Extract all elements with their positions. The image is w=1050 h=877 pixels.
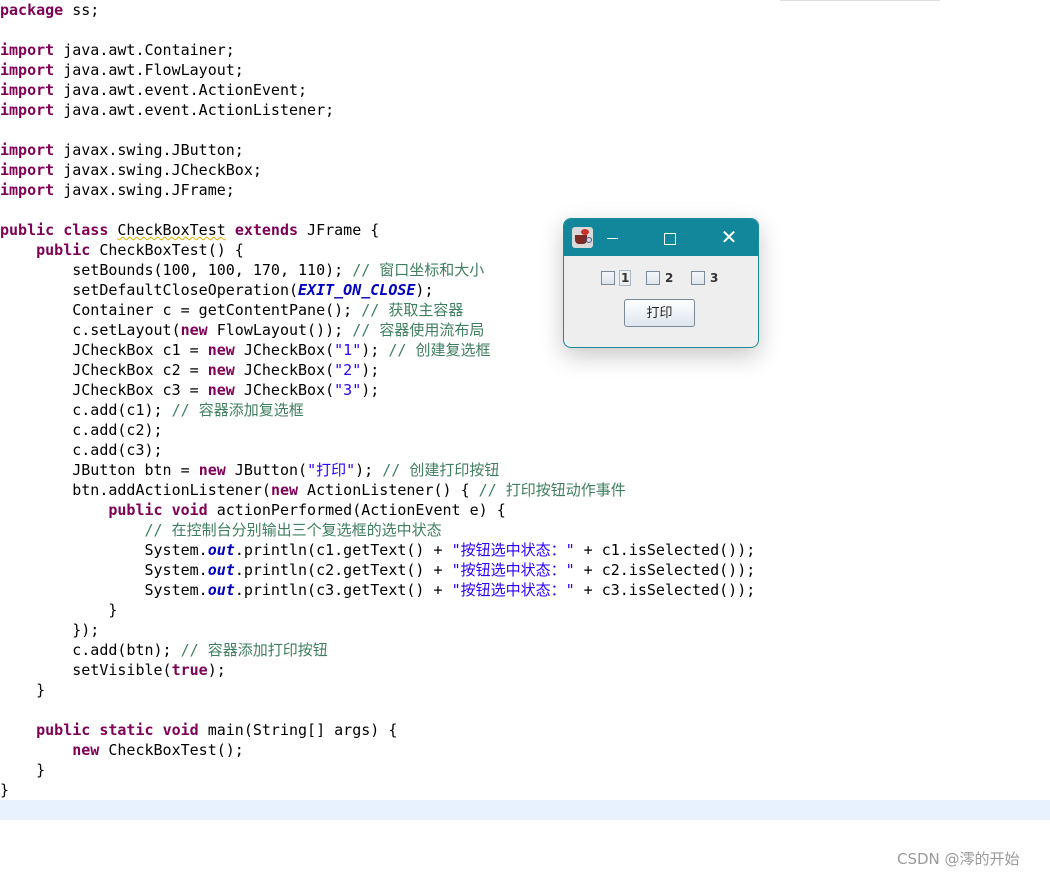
code-line[interactable]: import javax.swing.JFrame;	[0, 180, 1050, 200]
checkbox-2-box[interactable]	[646, 271, 660, 285]
code-line[interactable]: // 在控制台分别输出三个复选框的选中状态	[0, 520, 1050, 540]
code-line[interactable]: c.add(c3);	[0, 440, 1050, 460]
code-line[interactable]: }	[0, 760, 1050, 780]
code-line[interactable]	[0, 120, 1050, 140]
code-line[interactable]: public class CheckBoxTest extends JFrame…	[0, 220, 1050, 240]
code-line[interactable]: import java.awt.Container;	[0, 40, 1050, 60]
code-line[interactable]: c.add(c2);	[0, 420, 1050, 440]
checkbox-3-box[interactable]	[691, 271, 705, 285]
swing-window[interactable]: ✕ 1 2 3 打印	[563, 218, 759, 348]
checkbox-3[interactable]: 3	[691, 269, 718, 287]
java-coffee-cup-icon[interactable]	[572, 227, 593, 248]
code-line[interactable]: System.out.println(c3.getText() + "按钮选中状…	[0, 580, 1050, 600]
content-pane: 1 2 3 打印	[564, 256, 758, 346]
code-line[interactable]: package ss;	[0, 0, 1050, 20]
code-line[interactable]	[0, 700, 1050, 720]
code-line[interactable]	[0, 20, 1050, 40]
checkbox-1-box[interactable]	[601, 271, 615, 285]
code-line[interactable]: JCheckBox c3 = new JCheckBox("3");	[0, 380, 1050, 400]
code-line[interactable]: import java.awt.FlowLayout;	[0, 60, 1050, 80]
checkbox-2-label[interactable]: 2	[665, 271, 673, 285]
code-line[interactable]	[0, 200, 1050, 220]
code-line[interactable]: }	[0, 780, 1050, 800]
watermark: CSDN @澪的开始	[897, 850, 1020, 868]
code-line[interactable]: JCheckBox c2 = new JCheckBox("2");	[0, 360, 1050, 380]
code-line[interactable]: import java.awt.event.ActionEvent;	[0, 80, 1050, 100]
code-line[interactable]: c.setLayout(new FlowLayout()); // 容器使用流布…	[0, 320, 1050, 340]
minimize-icon[interactable]	[592, 219, 632, 256]
close-icon[interactable]: ✕	[709, 219, 749, 256]
code-line[interactable]: Container c = getContentPane(); // 获取主容器	[0, 300, 1050, 320]
code-line[interactable]: }	[0, 680, 1050, 700]
code-line[interactable]: JCheckBox c1 = new JCheckBox("1"); // 创建…	[0, 340, 1050, 360]
code-line[interactable]: setVisible(true);	[0, 660, 1050, 680]
code-line[interactable]: import javax.swing.JCheckBox;	[0, 160, 1050, 180]
code-line[interactable]	[0, 800, 1050, 820]
code-line[interactable]: System.out.println(c1.getText() + "按钮选中状…	[0, 540, 1050, 560]
checkbox-3-label[interactable]: 3	[710, 271, 718, 285]
code-editor[interactable]: package ss; import java.awt.Container; im…	[0, 0, 1050, 820]
title-bar[interactable]: ✕	[564, 219, 758, 256]
code-line[interactable]: public CheckBoxTest() {	[0, 240, 1050, 260]
code-line[interactable]: btn.addActionListener(new ActionListener…	[0, 480, 1050, 500]
code-line[interactable]: public void actionPerformed(ActionEvent …	[0, 500, 1050, 520]
code-line[interactable]: });	[0, 620, 1050, 640]
code-line[interactable]: import java.awt.event.ActionListener;	[0, 100, 1050, 120]
print-button[interactable]: 打印	[624, 299, 695, 327]
code-line[interactable]: setBounds(100, 100, 170, 110); // 窗口坐标和大…	[0, 260, 1050, 280]
maximize-icon[interactable]	[650, 219, 690, 256]
code-line[interactable]: c.add(c1); // 容器添加复选框	[0, 400, 1050, 420]
code-line[interactable]: c.add(btn); // 容器添加打印按钮	[0, 640, 1050, 660]
code-line[interactable]: }	[0, 600, 1050, 620]
code-line[interactable]: public static void main(String[] args) {	[0, 720, 1050, 740]
checkbox-1-label[interactable]: 1	[618, 270, 632, 286]
checkbox-1[interactable]: 1	[601, 269, 632, 287]
code-line[interactable]: System.out.println(c2.getText() + "按钮选中状…	[0, 560, 1050, 580]
code-line[interactable]: JButton btn = new JButton("打印"); // 创建打印…	[0, 460, 1050, 480]
code-line[interactable]: new CheckBoxTest();	[0, 740, 1050, 760]
checkbox-2[interactable]: 2	[646, 269, 673, 287]
code-line[interactable]: setDefaultCloseOperation(EXIT_ON_CLOSE);	[0, 280, 1050, 300]
code-line[interactable]: import javax.swing.JButton;	[0, 140, 1050, 160]
